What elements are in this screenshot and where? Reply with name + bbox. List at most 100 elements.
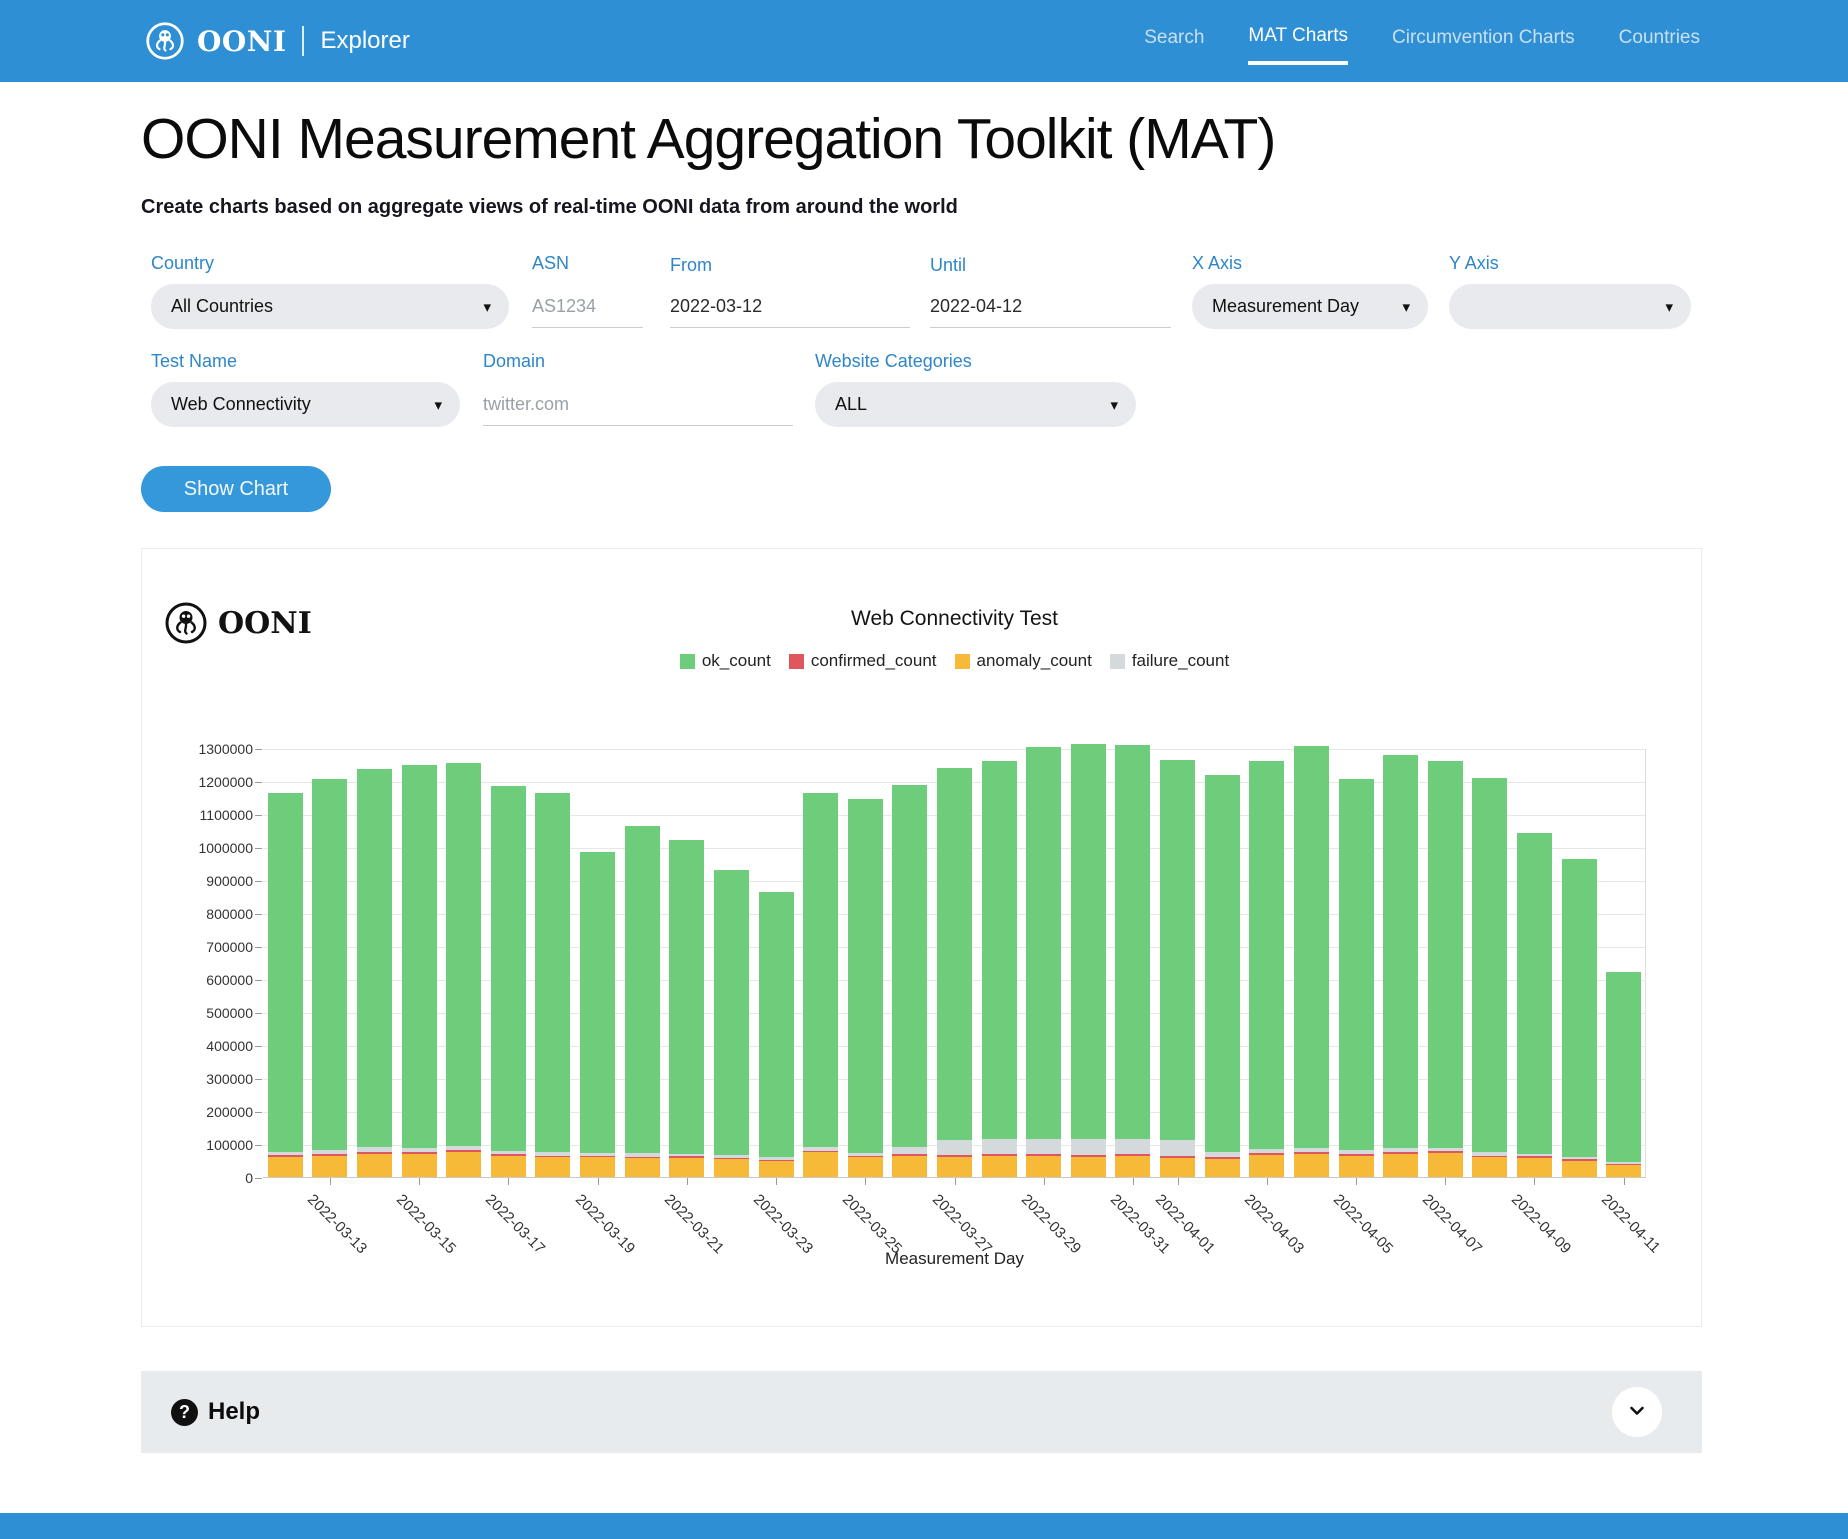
bar-segment-failure_count-2022-03-17[interactable] (491, 1151, 526, 1154)
bar-segment-confirmed_count-2022-03-27[interactable] (937, 1155, 972, 1157)
bar-segment-failure_count-2022-04-07[interactable] (1428, 1148, 1463, 1151)
bar-segment-confirmed_count-2022-04-01[interactable] (1160, 1156, 1195, 1158)
bar-segment-ok_count-2022-03-25[interactable] (848, 799, 883, 1152)
bar-segment-anomaly_count-2022-03-14[interactable] (357, 1154, 392, 1177)
bar-segment-confirmed_count-2022-03-31[interactable] (1115, 1154, 1150, 1156)
bar-segment-confirmed_count-2022-03-26[interactable] (892, 1154, 927, 1156)
bar-segment-anomaly_count-2022-04-02[interactable] (1205, 1159, 1240, 1177)
bar-segment-confirmed_count-2022-03-14[interactable] (357, 1152, 392, 1154)
bar-segment-anomaly_count-2022-04-06[interactable] (1383, 1154, 1418, 1177)
until-date-field[interactable] (930, 286, 1171, 328)
bar-segment-ok_count-2022-03-21[interactable] (669, 840, 704, 1154)
bar-segment-failure_count-2022-04-08[interactable] (1472, 1152, 1507, 1155)
bar-segment-failure_count-2022-04-02[interactable] (1205, 1152, 1240, 1157)
bar-segment-confirmed_count-2022-03-24[interactable] (803, 1151, 838, 1153)
bar-segment-ok_count-2022-03-27[interactable] (937, 768, 972, 1139)
bar-segment-ok_count-2022-03-28[interactable] (982, 761, 1017, 1139)
bar-segment-failure_count-2022-03-27[interactable] (937, 1140, 972, 1155)
bar-segment-failure_count-2022-03-19[interactable] (580, 1153, 615, 1156)
bar-segment-failure_count-2022-03-28[interactable] (982, 1139, 1017, 1154)
help-panel[interactable]: ? Help (141, 1371, 1702, 1453)
bar-segment-anomaly_count-2022-04-05[interactable] (1339, 1156, 1374, 1177)
bar-segment-confirmed_count-2022-04-10[interactable] (1562, 1159, 1597, 1161)
bar-segment-failure_count-2022-03-20[interactable] (625, 1153, 660, 1156)
bar-segment-ok_count-2022-03-29[interactable] (1026, 747, 1061, 1139)
bar-segment-ok_count-2022-04-08[interactable] (1472, 778, 1507, 1153)
bar-segment-anomaly_count-2022-04-09[interactable] (1517, 1158, 1552, 1177)
bar-segment-anomaly_count-2022-03-26[interactable] (892, 1156, 927, 1177)
bar-segment-failure_count-2022-04-10[interactable] (1562, 1157, 1597, 1159)
bar-segment-ok_count-2022-04-05[interactable] (1339, 779, 1374, 1151)
bar-segment-failure_count-2022-03-18[interactable] (535, 1152, 570, 1155)
bar-segment-confirmed_count-2022-03-13[interactable] (312, 1154, 347, 1156)
bar-segment-confirmed_count-2022-04-03[interactable] (1249, 1153, 1284, 1155)
nav-item-countries[interactable]: Countries (1619, 19, 1700, 63)
bar-segment-ok_count-2022-03-13[interactable] (312, 779, 347, 1149)
bar-segment-failure_count-2022-03-26[interactable] (892, 1147, 927, 1154)
bar-segment-confirmed_count-2022-04-09[interactable] (1517, 1156, 1552, 1158)
bar-segment-anomaly_count-2022-03-23[interactable] (759, 1161, 794, 1177)
bar-segment-ok_count-2022-03-14[interactable] (357, 769, 392, 1148)
bar-segment-confirmed_count-2022-03-21[interactable] (669, 1156, 704, 1158)
bar-segment-failure_count-2022-04-09[interactable] (1517, 1154, 1552, 1157)
ooni-explorer-logo[interactable]: OONI Explorer (145, 21, 410, 61)
x-axis-select[interactable]: Measurement Day ▾ (1192, 284, 1428, 329)
bar-segment-anomaly_count-2022-03-22[interactable] (714, 1159, 749, 1177)
bar-segment-confirmed_count-2022-04-02[interactable] (1205, 1157, 1240, 1159)
bar-segment-confirmed_count-2022-04-07[interactable] (1428, 1151, 1463, 1153)
bar-segment-anomaly_count-2022-04-10[interactable] (1562, 1161, 1597, 1178)
bar-segment-anomaly_count-2022-04-04[interactable] (1294, 1154, 1329, 1177)
bar-segment-ok_count-2022-04-02[interactable] (1205, 775, 1240, 1152)
bar-segment-failure_count-2022-03-31[interactable] (1115, 1139, 1150, 1154)
bar-segment-ok_count-2022-03-19[interactable] (580, 852, 615, 1153)
bar-segment-ok_count-2022-03-24[interactable] (803, 793, 838, 1148)
help-expand-button[interactable] (1612, 1387, 1662, 1437)
legend-item-ok_count[interactable]: ok_count (680, 651, 771, 671)
bar-segment-anomaly_count-2022-04-01[interactable] (1160, 1158, 1195, 1177)
test-name-select[interactable]: Web Connectivity ▾ (151, 382, 460, 427)
website-categories-select[interactable]: ALL ▾ (815, 382, 1136, 427)
bar-segment-anomaly_count-2022-03-30[interactable] (1071, 1157, 1106, 1177)
bar-segment-failure_count-2022-03-23[interactable] (759, 1157, 794, 1160)
bar-segment-anomaly_count-2022-04-11[interactable] (1606, 1165, 1641, 1177)
bar-segment-confirmed_count-2022-04-05[interactable] (1339, 1154, 1374, 1156)
bar-segment-ok_count-2022-04-06[interactable] (1383, 755, 1418, 1148)
bar-segment-failure_count-2022-03-24[interactable] (803, 1147, 838, 1150)
bar-segment-ok_count-2022-03-26[interactable] (892, 785, 927, 1147)
bar-segment-ok_count-2022-03-23[interactable] (759, 892, 794, 1158)
bar-segment-confirmed_count-2022-03-12[interactable] (268, 1155, 303, 1157)
nav-item-search[interactable]: Search (1144, 19, 1204, 63)
bar-segment-confirmed_count-2022-04-04[interactable] (1294, 1152, 1329, 1154)
bar-segment-failure_count-2022-03-30[interactable] (1071, 1139, 1106, 1156)
bar-segment-anomaly_count-2022-03-31[interactable] (1115, 1156, 1150, 1177)
legend-item-anomaly_count[interactable]: anomaly_count (955, 651, 1092, 671)
bar-segment-confirmed_count-2022-04-06[interactable] (1383, 1152, 1418, 1154)
bar-segment-failure_count-2022-04-04[interactable] (1294, 1148, 1329, 1152)
bar-segment-confirmed_count-2022-03-19[interactable] (580, 1156, 615, 1157)
show-chart-button[interactable]: Show Chart (141, 466, 331, 512)
domain-field[interactable] (483, 384, 793, 426)
bar-segment-confirmed_count-2022-04-11[interactable] (1606, 1164, 1641, 1165)
bar-segment-anomaly_count-2022-04-07[interactable] (1428, 1153, 1463, 1177)
bar-segment-anomaly_count-2022-03-28[interactable] (982, 1156, 1017, 1177)
bar-segment-failure_count-2022-04-06[interactable] (1383, 1148, 1418, 1152)
asn-field[interactable] (532, 286, 643, 328)
bar-segment-confirmed_count-2022-03-30[interactable] (1071, 1155, 1106, 1157)
bar-segment-confirmed_count-2022-03-25[interactable] (848, 1156, 883, 1157)
nav-item-mat-charts[interactable]: MAT Charts (1248, 17, 1348, 65)
bar-segment-failure_count-2022-03-25[interactable] (848, 1153, 883, 1156)
bar-segment-confirmed_count-2022-03-15[interactable] (402, 1152, 437, 1154)
bar-segment-ok_count-2022-04-09[interactable] (1517, 833, 1552, 1153)
bar-segment-failure_count-2022-03-16[interactable] (446, 1146, 481, 1149)
bar-segment-confirmed_count-2022-03-23[interactable] (759, 1160, 794, 1161)
bar-segment-failure_count-2022-04-11[interactable] (1606, 1162, 1641, 1165)
bar-segment-ok_count-2022-03-22[interactable] (714, 870, 749, 1155)
bar-segment-anomaly_count-2022-04-03[interactable] (1249, 1155, 1284, 1177)
bar-segment-anomaly_count-2022-03-19[interactable] (580, 1157, 615, 1177)
bar-segment-confirmed_count-2022-03-22[interactable] (714, 1158, 749, 1159)
bar-segment-ok_count-2022-03-17[interactable] (491, 786, 526, 1151)
bar-segment-confirmed_count-2022-03-20[interactable] (625, 1157, 660, 1158)
country-select[interactable]: All Countries ▾ (151, 284, 509, 329)
bar-segment-anomaly_count-2022-03-12[interactable] (268, 1157, 303, 1177)
bar-segment-failure_count-2022-03-21[interactable] (669, 1154, 704, 1157)
